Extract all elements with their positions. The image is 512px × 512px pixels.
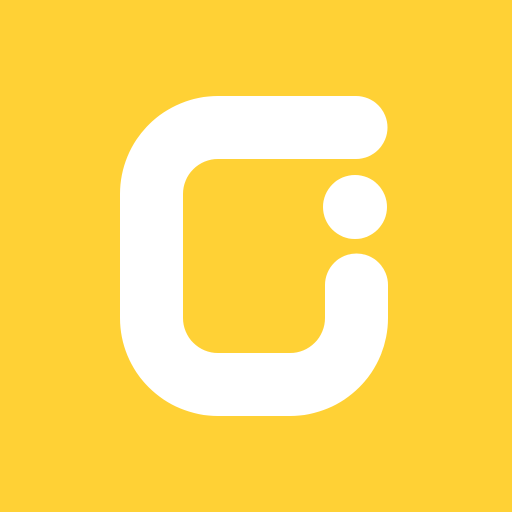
icon-background <box>0 0 512 512</box>
logo-icon <box>0 0 512 512</box>
app-icon <box>0 0 512 512</box>
logo-dot <box>323 175 387 239</box>
